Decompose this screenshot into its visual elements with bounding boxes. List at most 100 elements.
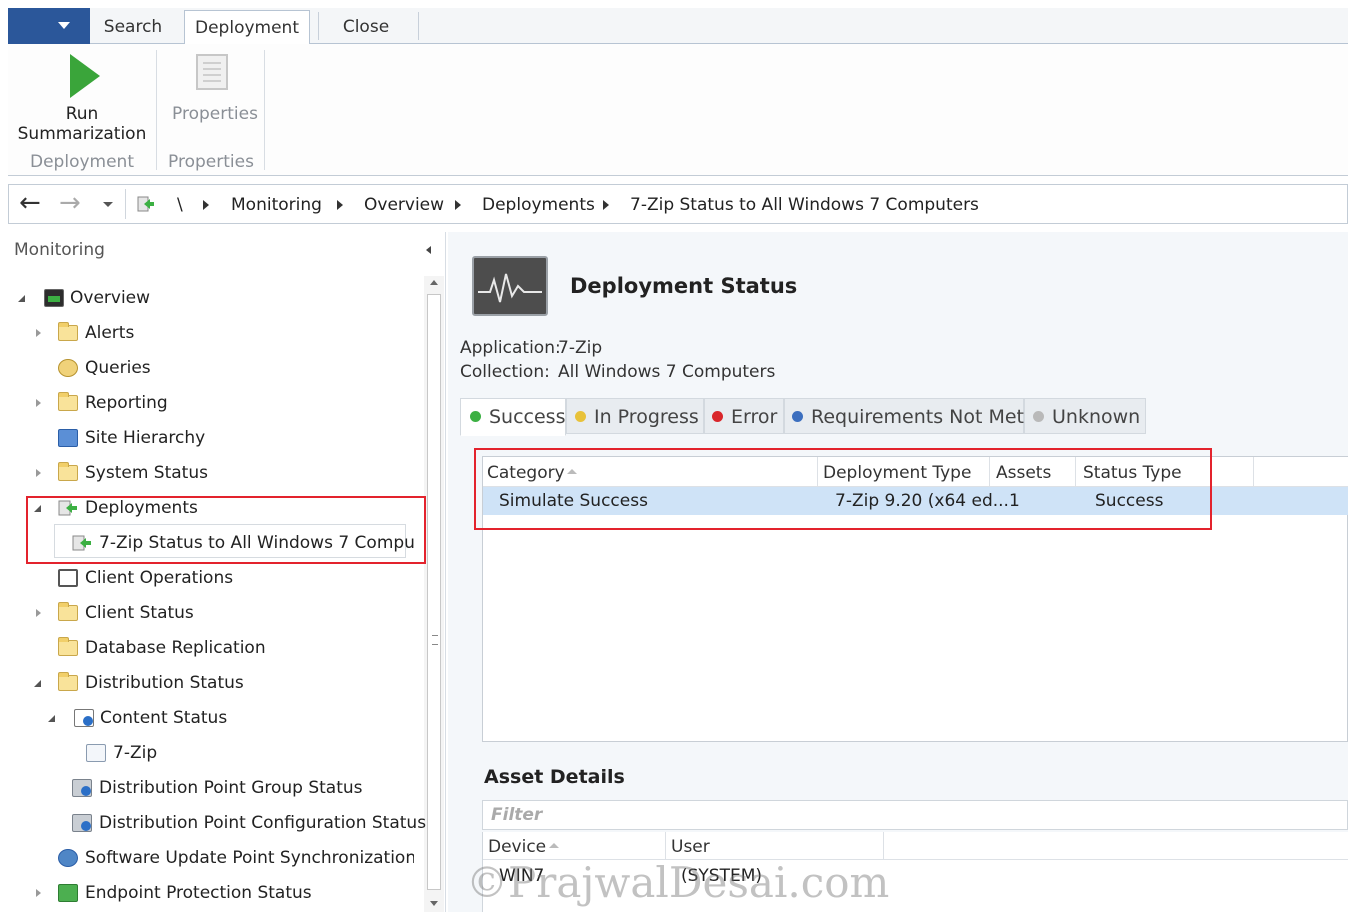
collapsed-icon[interactable] [36, 329, 41, 337]
tree-item-label: Client Status [85, 603, 194, 623]
tab-deployment[interactable]: Deployment [184, 10, 310, 45]
column-header-device[interactable]: Device [488, 832, 546, 860]
tree-item-label: Overview [70, 288, 151, 308]
tree-item-label: Distribution Status [85, 673, 244, 693]
run-icon [70, 54, 100, 98]
ribbon-group-deployment: Run Summarization Deployment [8, 44, 156, 176]
forward-button[interactable]: → [59, 185, 81, 223]
breadcrumb-current[interactable]: 7-Zip Status to All Windows 7 Computers [630, 185, 979, 223]
content-status-icon [74, 709, 94, 727]
properties-button[interactable]: Properties [162, 48, 262, 128]
collapsed-icon[interactable] [36, 469, 41, 477]
site-hierarchy-icon [58, 429, 78, 447]
group-label-deployment: Deployment [30, 152, 134, 172]
app-menu-button[interactable] [8, 8, 90, 44]
application-label: Application: [460, 338, 561, 358]
in-progress-status-icon [575, 411, 586, 422]
tree-item-7zip-status[interactable]: 7-Zip Status to All Windows 7 Computers [72, 528, 414, 558]
ribbon-separator [156, 50, 157, 170]
tab-search[interactable]: Search [98, 8, 168, 44]
tree-item-label: Endpoint Protection Status [85, 883, 312, 903]
column-separator[interactable] [883, 832, 884, 860]
tab-label: In Progress [594, 406, 699, 428]
sup-sync-icon [58, 849, 78, 867]
breadcrumb-arrow-icon[interactable] [337, 200, 343, 210]
tab-label: Requirements Not Met [811, 406, 1024, 428]
deployments-icon [137, 196, 154, 212]
tree-item-label: Distribution Point Configuration Status [99, 813, 427, 833]
address-separator [125, 189, 126, 219]
breadcrumb-monitoring[interactable]: Monitoring [231, 185, 322, 223]
highlight-box [474, 448, 1212, 530]
scroll-up-icon[interactable] [430, 280, 438, 285]
application-value: 7-Zip [558, 338, 603, 358]
tree-item-label: Client Operations [85, 568, 234, 588]
tab-label: Success [489, 406, 566, 428]
requirements-not-met-status-icon [792, 411, 803, 422]
breadcrumb-arrow-icon[interactable] [603, 200, 609, 210]
tab-success[interactable]: Success [460, 398, 566, 436]
run-label-line2: Summarization [17, 124, 147, 144]
filter-field[interactable] [482, 800, 1348, 830]
folder-icon [58, 462, 78, 481]
collapsed-icon[interactable] [36, 399, 41, 407]
collapse-pane-icon[interactable] [426, 246, 431, 254]
page-title: Deployment Status [570, 274, 798, 298]
tab-error[interactable]: Error [704, 398, 784, 434]
asset-details-title: Asset Details [484, 766, 625, 788]
properties-button-label: Properties [172, 104, 258, 124]
watermark: ©PrajwalDesai.com [466, 858, 890, 907]
collapsed-icon[interactable] [36, 889, 41, 897]
error-status-icon [712, 411, 723, 422]
tree-item-sup-sync-status[interactable]: Software Update Point Synchronization St… [58, 843, 414, 873]
unknown-status-icon [1033, 411, 1044, 422]
tree-item-label: Reporting [85, 393, 168, 413]
ribbon-group-properties: Properties Properties [158, 44, 264, 176]
back-button[interactable]: ← [19, 185, 41, 223]
tab-in-progress[interactable]: In Progress [566, 398, 704, 434]
tree-item-label: Database Replication [85, 638, 266, 658]
filter-input[interactable] [483, 801, 1347, 829]
scroll-down-icon[interactable] [430, 901, 438, 906]
column-separator[interactable] [665, 832, 666, 860]
expanded-icon[interactable] [48, 715, 55, 722]
tree-item-label: Software Update Point Synchronization St… [85, 848, 414, 868]
expanded-icon[interactable] [34, 505, 41, 512]
collapsed-icon[interactable] [36, 609, 41, 617]
tab-close[interactable]: Close [332, 8, 400, 44]
tab-label: Unknown [1052, 406, 1141, 428]
collection-label: Collection: [460, 362, 550, 382]
ribbon-body: Run Summarization Deployment Properties … [8, 44, 1348, 176]
tree-item-label: 7-Zip Status to All Windows 7 Computers [99, 533, 414, 553]
overview-icon [44, 289, 64, 307]
column-separator[interactable] [1253, 457, 1254, 487]
expanded-icon[interactable] [34, 680, 41, 687]
run-summarization-button[interactable]: Run Summarization [12, 48, 152, 144]
breadcrumb-overview[interactable]: Overview [364, 185, 444, 223]
expanded-icon[interactable] [18, 295, 25, 302]
tab-unknown[interactable]: Unknown [1024, 398, 1146, 434]
scroll-thumb[interactable] [427, 294, 441, 890]
breadcrumb-arrow-icon[interactable] [455, 200, 461, 210]
tab-separator [418, 12, 419, 40]
ribbon-tab-bar: Search Deployment Close [8, 8, 1348, 45]
dp-config-icon [72, 814, 92, 832]
breadcrumb-arrow-icon[interactable] [203, 200, 209, 210]
history-dropdown-icon[interactable] [103, 202, 113, 207]
tree-item-label: Alerts [85, 323, 135, 343]
collection-info: Collection: All Windows 7 Computers [460, 362, 775, 382]
collection-value: All Windows 7 Computers [558, 362, 776, 382]
pane-title: Monitoring [14, 240, 105, 260]
asset-grid-header: Device User [483, 832, 1348, 860]
tab-requirements-not-met[interactable]: Requirements Not Met [784, 398, 1024, 434]
breadcrumb-deployments[interactable]: Deployments [482, 185, 595, 223]
address-bar: ← → \ Monitoring Overview Deployments 7-… [8, 184, 1348, 224]
package-icon [86, 744, 106, 762]
column-header-user[interactable]: User [671, 832, 710, 860]
breadcrumb-root[interactable]: \ [177, 185, 183, 223]
chevron-down-icon [58, 22, 70, 29]
nav-scrollbar[interactable] [424, 276, 444, 912]
deployments-icon [58, 500, 77, 516]
folder-icon [58, 392, 78, 411]
database-replication-icon [58, 637, 78, 656]
